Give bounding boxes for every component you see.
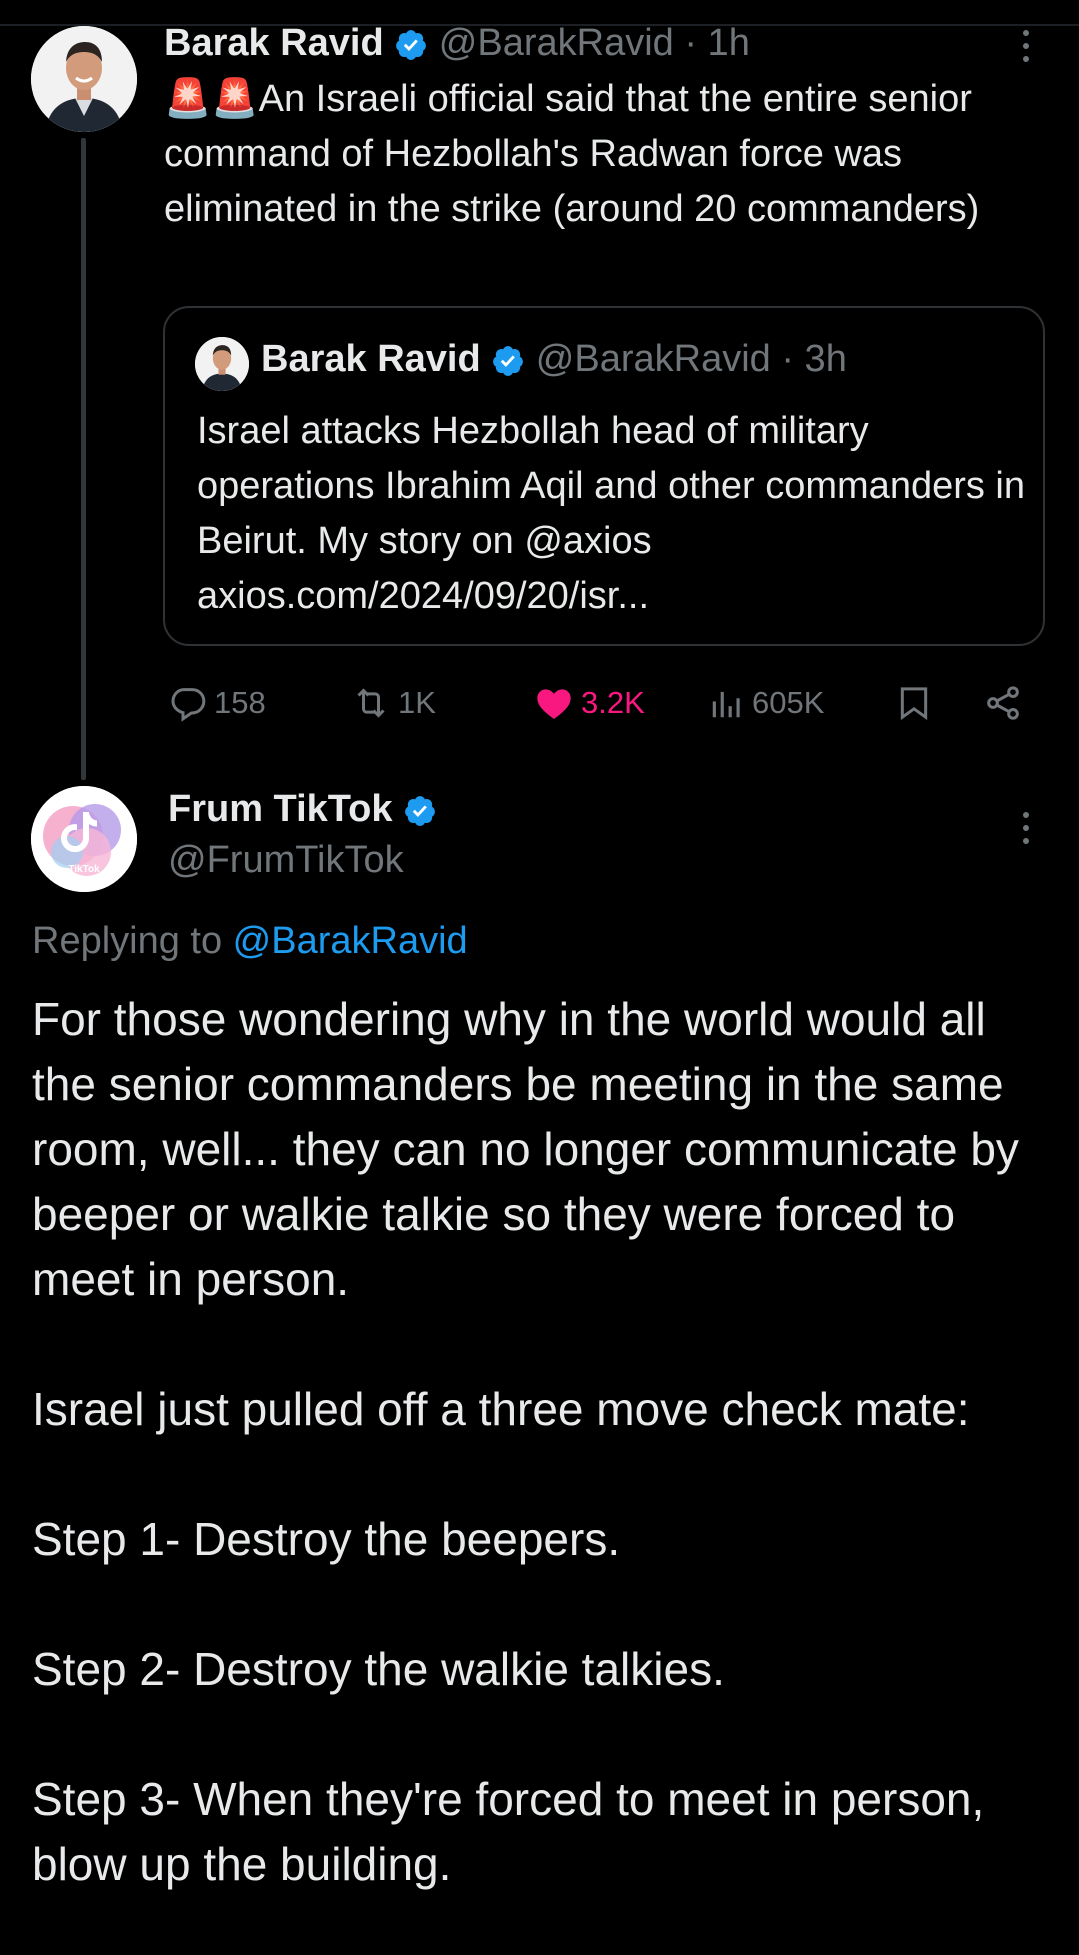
bookmark-icon <box>900 687 928 721</box>
reply-button[interactable]: 158 <box>168 673 266 733</box>
verified-badge-icon <box>396 30 427 60</box>
reply-avatar[interactable]: TikTok <box>31 786 137 892</box>
paragraph: For those wondering why in the world wou… <box>32 993 1019 1305</box>
share-button[interactable] <box>982 673 1024 733</box>
paragraph: Step 1- Destroy the beepers. <box>32 1513 621 1565</box>
repost-button[interactable]: 1K <box>350 673 436 733</box>
reply-author-name[interactable]: Frum TikTok <box>168 788 393 830</box>
quoted-avatar <box>195 337 249 391</box>
repost-count: 1K <box>398 685 436 720</box>
like-count: 3.2K <box>581 685 645 720</box>
more-vertical-icon <box>1023 30 1029 36</box>
tweet-actions: 158 1K 3.2K 605K <box>164 673 1044 733</box>
repost-icon <box>357 688 385 718</box>
tiktok-logo-avatar: TikTok <box>31 786 137 892</box>
verified-badge-icon <box>493 346 524 376</box>
paragraph: Step 3- When they're forced to meet in p… <box>32 1773 985 1890</box>
tweet-text: 🚨🚨An Israeli official said that the enti… <box>164 72 1044 237</box>
thread-line <box>81 138 86 780</box>
share-icon <box>987 686 1019 720</box>
bookmark-button[interactable] <box>894 673 934 733</box>
like-button[interactable]: 3.2K <box>533 673 645 733</box>
avatar-photo <box>195 337 249 391</box>
quoted-header: Barak Ravid @BarakRavid · 3h <box>261 332 847 386</box>
views-button[interactable]: 605K <box>708 673 824 733</box>
paragraph: Israel just pulled off a three move chec… <box>32 1383 970 1435</box>
reply-text: For those wondering why in the world wou… <box>32 987 1062 1897</box>
author-name[interactable]: Barak Ravid <box>164 22 384 64</box>
paragraph: Step 2- Destroy the walkie talkies. <box>32 1643 725 1695</box>
tweet-text-content: An Israeli official said that the entire… <box>164 78 983 230</box>
avatar-photo <box>31 26 137 132</box>
quoted-author-name: Barak Ravid <box>261 338 481 380</box>
avatar[interactable] <box>31 26 137 132</box>
replying-to-link[interactable]: @BarakRavid <box>233 920 468 962</box>
replying-to: Replying to @BarakRavid <box>32 915 468 967</box>
more-options-button[interactable] <box>1014 808 1038 848</box>
quoted-tweet[interactable]: Barak Ravid @BarakRavid · 3h Israel atta… <box>163 306 1045 646</box>
tweet-header: Barak Ravid @BarakRavid · 1h <box>164 18 750 68</box>
quoted-handle-time: @BarakRavid · 3h <box>535 338 847 380</box>
siren-emoji: 🚨🚨 <box>164 78 259 120</box>
verified-badge-icon <box>405 796 435 826</box>
reply-count: 158 <box>214 685 266 720</box>
heart-filled-icon <box>537 689 571 719</box>
reply-icon <box>171 688 206 722</box>
views-chart-icon <box>712 691 740 718</box>
more-vertical-icon <box>1023 812 1029 818</box>
replying-prefix: Replying to <box>32 920 233 962</box>
reply-author-line: Frum TikTok <box>168 784 437 834</box>
more-options-button[interactable] <box>1014 26 1038 66</box>
handle-time[interactable]: @BarakRavid · 1h <box>439 22 750 64</box>
quoted-text: Israel attacks Hezbollah head of militar… <box>197 410 1026 617</box>
view-count: 605K <box>752 685 825 720</box>
reply-handle[interactable]: @FrumTikTok <box>168 835 404 885</box>
avatar-label: TikTok <box>68 864 100 875</box>
